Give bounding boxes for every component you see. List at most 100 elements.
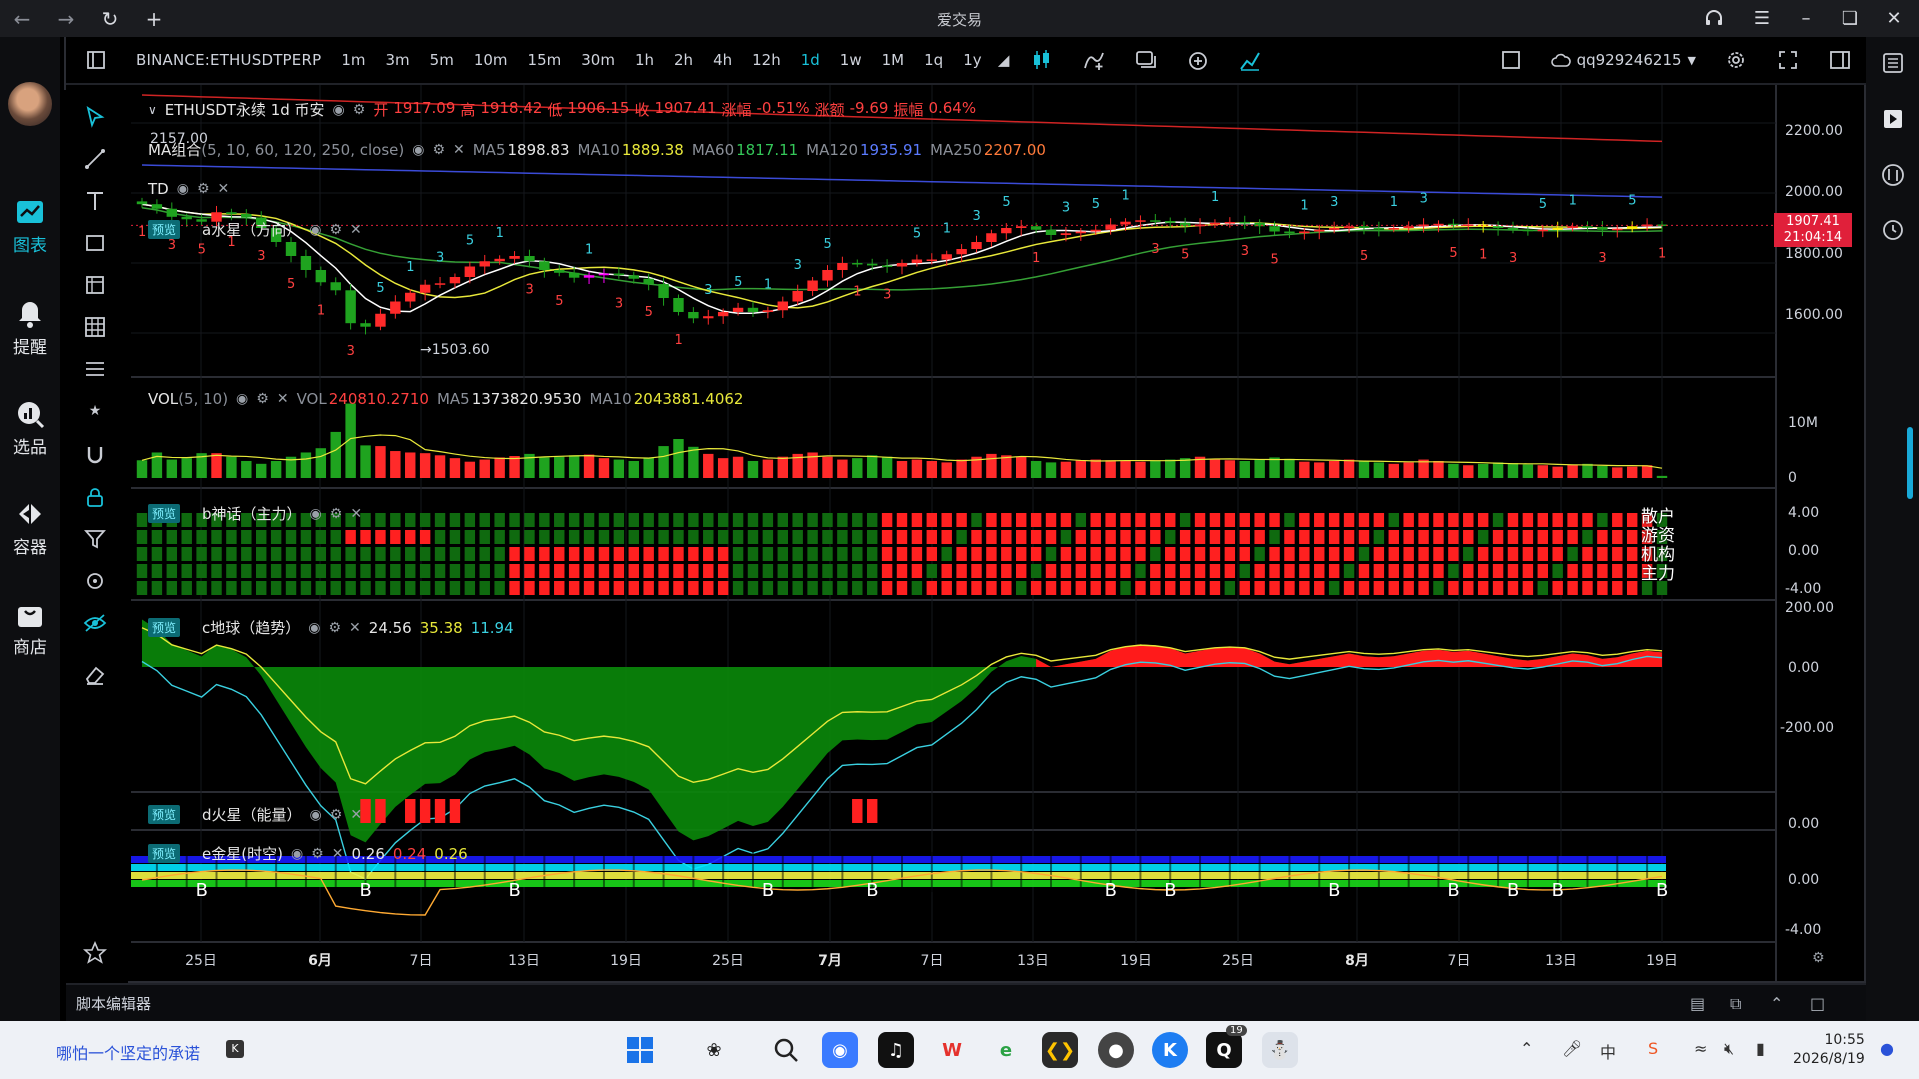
interval-1h[interactable]: 1h <box>625 51 664 69</box>
star-tool-icon[interactable]: ★ <box>80 396 110 426</box>
trading-app-icon[interactable]: Q <box>1206 1032 1242 1068</box>
settings-gear-icon[interactable]: ⚙ <box>329 222 342 238</box>
interval-4h[interactable]: 4h <box>703 51 742 69</box>
layout-icon[interactable] <box>1120 36 1172 84</box>
pinwheel-app-icon[interactable]: ❀ <box>696 1032 732 1068</box>
interval-1d[interactable]: 1d <box>791 51 830 69</box>
visibility-eye-icon[interactable]: ◉ <box>291 846 303 862</box>
interval-30m[interactable]: 30m <box>571 51 625 69</box>
settings-gear-icon[interactable]: ⚙ <box>330 506 343 522</box>
eraser-icon[interactable] <box>80 660 110 690</box>
symbol-selector[interactable]: BINANCE:ETHUSDTPERP <box>126 51 331 69</box>
k-app-icon[interactable]: K <box>1152 1032 1188 1068</box>
interval-2h[interactable]: 2h <box>664 51 703 69</box>
trend-line-icon[interactable] <box>80 144 110 174</box>
settings-gear-icon[interactable]: ⚙ <box>432 142 445 158</box>
grid-tool-icon[interactable] <box>80 312 110 342</box>
remove-x-icon[interactable]: ✕ <box>349 620 361 636</box>
cursor-icon[interactable] <box>80 102 110 132</box>
right-panel-icon[interactable] <box>1814 36 1866 84</box>
status-message[interactable]: 哪怕一个坚定的承诺 <box>56 1040 200 1064</box>
tiktok-icon[interactable]: ♫ <box>878 1032 914 1068</box>
interval-3m[interactable]: 3m <box>376 51 420 69</box>
remove-x-icon[interactable]: ✕ <box>332 846 344 862</box>
new-window-icon[interactable]: ⧉ <box>1730 994 1741 1014</box>
windows-start-icon[interactable] <box>622 1032 658 1068</box>
fib-tool-icon[interactable] <box>80 354 110 384</box>
user-menu[interactable]: qq929246215 ▼ <box>1537 51 1710 69</box>
settings-gear-icon[interactable]: ⚙ <box>353 102 366 118</box>
keyboard-icon[interactable]: K <box>226 1040 244 1058</box>
magnet-icon[interactable] <box>80 440 110 470</box>
favorites-star-icon[interactable] <box>80 938 110 968</box>
wifi-icon[interactable]: ≈ <box>1694 1039 1707 1058</box>
interval-more-icon[interactable]: ◢ <box>992 36 1016 84</box>
measure-tool-icon[interactable] <box>80 270 110 300</box>
maximize-icon[interactable]: □ <box>1810 994 1825 1013</box>
battery-icon[interactable]: ▮ <box>1756 1039 1765 1058</box>
text-tool-icon[interactable] <box>80 186 110 216</box>
remove-x-icon[interactable]: ✕ <box>350 807 362 823</box>
visibility-eye-icon[interactable]: ◉ <box>310 807 322 823</box>
filter-icon[interactable] <box>80 524 110 554</box>
remove-x-icon[interactable]: ✕ <box>453 142 465 158</box>
preview-tag[interactable]: 预览 <box>148 504 181 523</box>
collapse-chevron-icon[interactable]: ∨ <box>148 103 157 117</box>
visibility-eye-icon[interactable]: ◉ <box>236 391 248 407</box>
remove-x-icon[interactable]: ✕ <box>277 391 289 407</box>
preview-tag[interactable]: 预览 <box>148 618 181 637</box>
search-icon[interactable] <box>768 1032 804 1068</box>
alert-add-icon[interactable] <box>1172 36 1224 84</box>
settings-gear-icon[interactable]: ⚙ <box>311 846 324 862</box>
visibility-eye-icon[interactable]: ◉ <box>308 620 320 636</box>
edge-browser-icon[interactable]: e <box>988 1032 1024 1068</box>
settings-gear-icon[interactable]: ⚙ <box>197 181 210 197</box>
interval-1w[interactable]: 1w <box>830 51 872 69</box>
remove-x-icon[interactable]: ✕ <box>350 506 362 522</box>
indicator-icon[interactable] <box>1068 36 1120 84</box>
preview-tag[interactable]: 预览 <box>148 844 181 863</box>
microphone-icon[interactable]: 🎤︎ <box>1562 1039 1582 1058</box>
chart-canvas[interactable]: 1 3 5 1 3 5 1 3 5 1 3 5 1 3 5 1 3 5 1 3 5 1 3 5 1 3 5 1 3 5 1 3 5 1 3 5 1 3 5 1… <box>0 0 1919 1079</box>
expand-icon[interactable] <box>1762 36 1814 84</box>
preview-tag[interactable]: 预览 <box>148 805 181 824</box>
code-editor-icon[interactable]: ❮❯ <box>1042 1032 1078 1068</box>
lock-icon[interactable] <box>80 482 110 512</box>
interval-15m[interactable]: 15m <box>518 51 572 69</box>
interval-1M[interactable]: 1M <box>872 51 915 69</box>
notification-bell-icon[interactable]: ● <box>1880 1039 1894 1058</box>
settings-gear-icon[interactable]: ⚙ <box>256 391 269 407</box>
mute-speaker-icon[interactable]: 🔇︎ <box>1724 1039 1734 1059</box>
fullscreen-box-icon[interactable] <box>1485 36 1537 84</box>
qq-penguin-icon[interactable]: ⛄ <box>1262 1032 1298 1068</box>
remove-x-icon[interactable]: ✕ <box>350 222 362 238</box>
visibility-eye-icon[interactable]: ◉ <box>412 142 424 158</box>
replay-icon[interactable] <box>1224 36 1276 84</box>
preview-tag[interactable]: 预览 <box>148 220 181 239</box>
candle-style-icon[interactable] <box>1016 36 1068 84</box>
scrollbar-thumb[interactable] <box>1907 427 1913 499</box>
trade-icon[interactable] <box>1877 159 1909 191</box>
visibility-eye-icon[interactable]: ◉ <box>333 102 345 118</box>
chevron-up-icon[interactable]: ⌃ <box>1770 994 1783 1013</box>
eye-icon[interactable] <box>80 608 110 638</box>
script-editor-label[interactable]: 脚本编辑器 <box>76 993 151 1014</box>
interval-10m[interactable]: 10m <box>464 51 518 69</box>
interval-1m[interactable]: 1m <box>331 51 375 69</box>
save-icon[interactable]: ▤ <box>1690 994 1705 1013</box>
remove-x-icon[interactable]: ✕ <box>218 181 230 197</box>
toggle-sidebar-icon[interactable] <box>66 51 126 69</box>
interval-1y[interactable]: 1y <box>953 51 991 69</box>
media-app-icon[interactable]: ● <box>1098 1032 1134 1068</box>
settings-gear-icon[interactable]: ⚙ <box>330 807 343 823</box>
visibility-eye-icon[interactable]: ◉ <box>177 181 189 197</box>
security-app-icon[interactable]: S <box>1648 1039 1658 1058</box>
crosshair-icon[interactable] <box>80 566 110 596</box>
input-method-icon[interactable]: 中 <box>1600 1039 1616 1063</box>
clock-icon[interactable] <box>1877 213 1909 245</box>
visibility-eye-icon[interactable]: ◉ <box>310 506 322 522</box>
bookmark-icon[interactable] <box>1877 103 1909 135</box>
interval-12h[interactable]: 12h <box>742 51 791 69</box>
visibility-eye-icon[interactable]: ◉ <box>309 222 321 238</box>
interval-1q[interactable]: 1q <box>914 51 953 69</box>
